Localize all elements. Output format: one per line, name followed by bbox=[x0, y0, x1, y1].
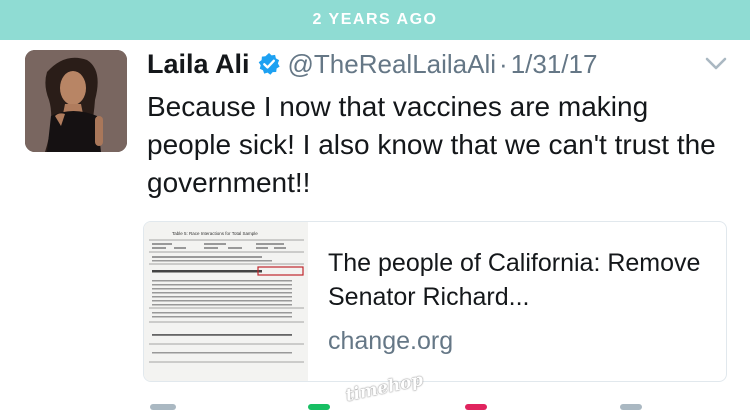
card-thumbnail: Table 5: Race Interactions for Total Sam… bbox=[144, 222, 308, 381]
profile-photo bbox=[25, 50, 127, 152]
memory-banner: 2 YEARS AGO bbox=[0, 0, 750, 40]
chevron-down-icon[interactable] bbox=[704, 56, 728, 72]
separator-dot: · bbox=[499, 48, 508, 79]
share-icon[interactable] bbox=[620, 404, 642, 410]
link-card[interactable]: Table 5: Race Interactions for Total Sam… bbox=[143, 221, 727, 382]
reply-icon[interactable] bbox=[150, 404, 176, 410]
tweet-text: Because I now that vaccines are making p… bbox=[147, 91, 716, 198]
tweet-actions bbox=[0, 398, 750, 410]
tweet-header: Laila Ali @TheRealLailaAli · 1/31/17 bbox=[147, 48, 597, 80]
avatar[interactable] bbox=[25, 50, 127, 152]
like-icon[interactable] bbox=[465, 404, 487, 410]
user-handle[interactable]: @TheRealLailaAli bbox=[288, 49, 497, 80]
display-name[interactable]: Laila Ali bbox=[147, 49, 250, 80]
card-title[interactable]: The people of California: Remove Senator… bbox=[328, 246, 718, 314]
verified-badge-icon bbox=[258, 53, 280, 75]
banner-label: 2 YEARS AGO bbox=[312, 11, 438, 28]
retweet-icon[interactable] bbox=[308, 404, 330, 410]
tweet-date[interactable]: 1/31/17 bbox=[511, 49, 598, 80]
table-thumbnail-image: Table 5: Race Interactions for Total Sam… bbox=[144, 222, 308, 381]
card-domain: change.org bbox=[328, 327, 454, 355]
thumbnail-caption: Table 5: Race Interactions for Total Sam… bbox=[172, 231, 258, 236]
